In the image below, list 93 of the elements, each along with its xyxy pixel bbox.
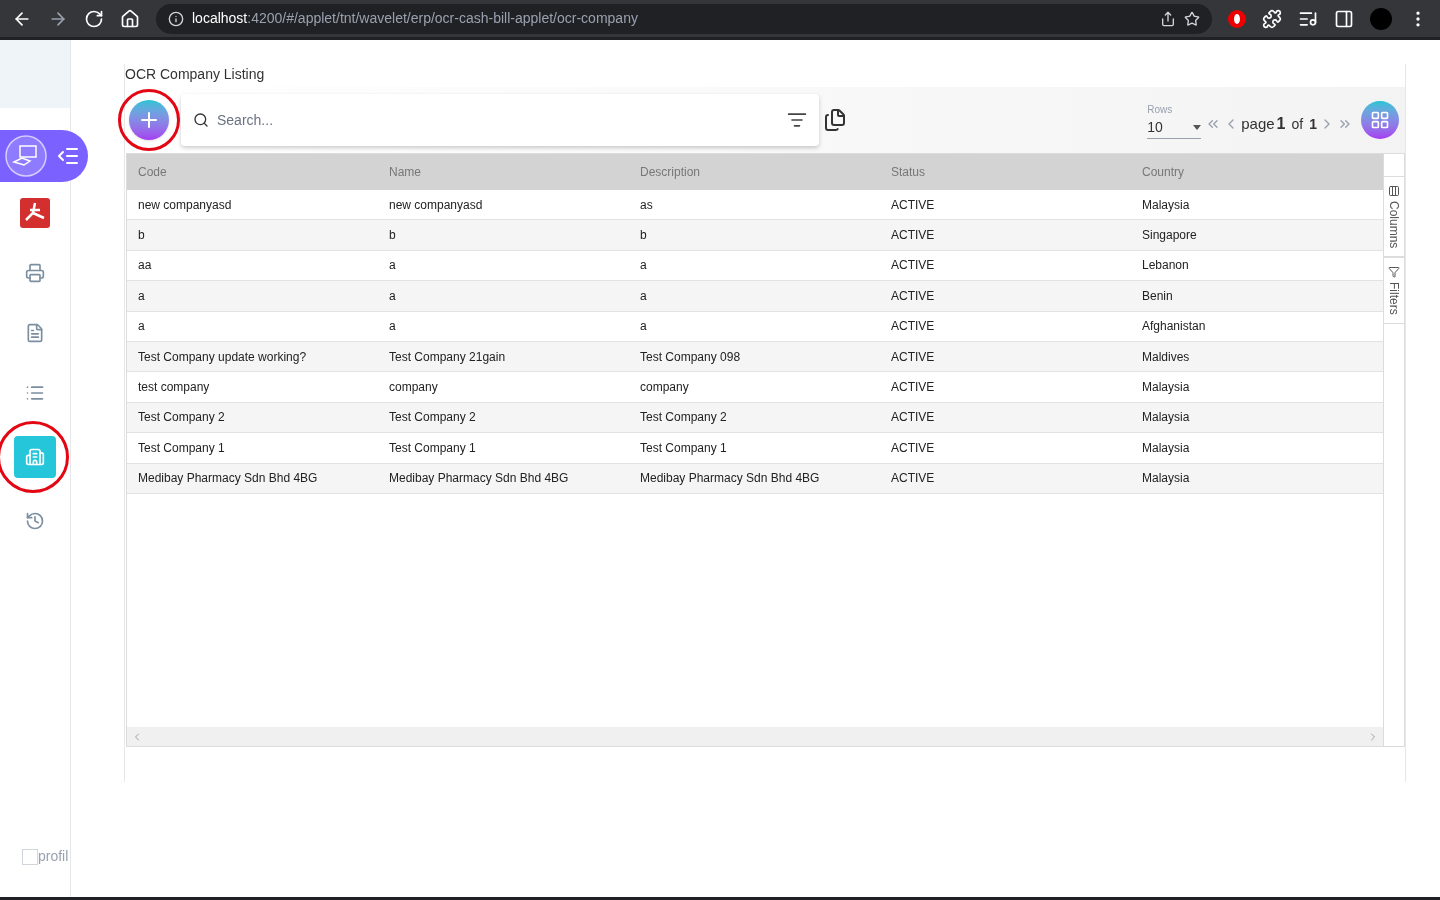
column-header[interactable]: Country xyxy=(1131,154,1383,190)
table-cell-text: Test Company 2 xyxy=(388,409,477,427)
table-cell-text: b xyxy=(388,227,397,245)
side-panel-icon[interactable] xyxy=(1334,8,1354,29)
grid-icon xyxy=(1370,110,1390,130)
table-cell-text: Medibay Pharmacy Sdn Bhd 4BG xyxy=(137,470,319,488)
home-icon[interactable] xyxy=(120,8,140,29)
share-icon[interactable] xyxy=(1160,10,1176,27)
rows-select[interactable]: 10 xyxy=(1147,116,1202,139)
table-cell-text: Afghanistan xyxy=(1141,318,1207,336)
column-header[interactable]: Name xyxy=(378,154,629,190)
column-header[interactable]: Code xyxy=(127,154,378,190)
table-cell-text: a xyxy=(137,287,146,305)
table-cell-text: new companyasd xyxy=(137,196,233,214)
search-field[interactable]: Search... xyxy=(217,109,779,131)
side-panel-tab[interactable]: Filters xyxy=(1384,257,1404,325)
table-cell-text: ACTIVE xyxy=(890,470,936,488)
page-word: page xyxy=(1241,113,1275,134)
side-panel-tab[interactable]: Columns xyxy=(1384,176,1404,258)
profile-image-alt: profil xyxy=(38,847,69,866)
table-cell-text: Test Company 21gain xyxy=(388,348,507,366)
history-icon xyxy=(25,511,45,531)
extension-icon[interactable] xyxy=(1228,9,1246,28)
table-cell-text: Test Company 2 xyxy=(137,409,226,427)
building-icon xyxy=(25,447,45,467)
page-title: OCR Company Listing xyxy=(125,65,265,84)
table-cell-text: ACTIVE xyxy=(890,227,936,245)
table-cell-text: Malaysia xyxy=(1141,196,1191,214)
table-cell-text: Test Company 098 xyxy=(639,348,742,366)
table-cell-text: a xyxy=(639,257,648,275)
table-cell-text: Test Company 1 xyxy=(137,439,226,457)
url-text: localhost:4200/#/applet/tnt/wavelet/erp/ocr-cash-bill-applet/ocr-company xyxy=(192,9,638,28)
table-cell-text: company xyxy=(639,379,690,397)
table-cell-text: Test Company update working? xyxy=(137,348,308,366)
app-switcher[interactable] xyxy=(0,130,88,182)
table-cell-text: ACTIVE xyxy=(890,409,936,427)
table-cell-text: ACTIVE xyxy=(890,287,936,305)
columns-icon xyxy=(1388,185,1400,197)
table-cell-text: a xyxy=(639,318,648,336)
table-cell-text: new companyasd xyxy=(388,196,484,214)
table-cell-text: a xyxy=(388,287,397,305)
table-cell-text: Medibay Pharmacy Sdn Bhd 4BG xyxy=(388,470,570,488)
grid-view-button[interactable] xyxy=(1361,101,1399,139)
table-cell-text: Test Company 2 xyxy=(639,409,728,427)
table-cell-text: aa xyxy=(137,257,153,275)
address-bar[interactable]: localhost:4200/#/applet/tnt/wavelet/erp/ocr-cash-bill-applet/ocr-company xyxy=(156,3,1212,34)
table-cell-text: Test Company 1 xyxy=(639,439,728,457)
table-cell-text: company xyxy=(388,379,439,397)
column-header[interactable]: Status xyxy=(880,154,1131,190)
rows-label: Rows xyxy=(1147,102,1174,117)
table-cell-text: ACTIVE xyxy=(890,257,936,275)
column-header[interactable]: Description xyxy=(629,154,880,190)
table-cell-text: ACTIVE xyxy=(890,348,936,366)
bookmark-icon[interactable] xyxy=(1184,10,1200,27)
table-cell-text: Maldives xyxy=(1141,348,1191,366)
filter-icon[interactable] xyxy=(787,110,807,130)
total-pages: 1 xyxy=(1309,114,1317,134)
table-cell-text: b xyxy=(137,227,146,245)
filter-icon xyxy=(1388,266,1400,279)
add-button[interactable] xyxy=(129,100,169,140)
table-cell-text: a xyxy=(388,257,397,275)
current-page: 1 xyxy=(1276,114,1286,134)
table-cell-text: ACTIVE xyxy=(890,318,936,336)
table-cell-text: Medibay Pharmacy Sdn Bhd 4BG xyxy=(639,470,821,488)
table-cell-text: test company xyxy=(137,379,211,397)
table-cell-text: b xyxy=(639,227,648,245)
table-cell-text: Malaysia xyxy=(1141,379,1191,397)
of-word: of xyxy=(1291,114,1304,134)
table-cell-text: Singapore xyxy=(1141,227,1198,245)
broken-image-icon xyxy=(22,848,38,865)
search-icon xyxy=(193,112,209,128)
table-cell-text: as xyxy=(639,196,654,214)
sidebar-header xyxy=(0,40,70,108)
table-cell-text: Lebanon xyxy=(1141,257,1190,275)
extensions-icon[interactable] xyxy=(1262,8,1282,29)
copy-icon[interactable] xyxy=(823,108,847,132)
list-icon xyxy=(25,383,45,403)
search-bar[interactable]: Search... xyxy=(181,94,819,146)
table-cell-text: a xyxy=(388,318,397,336)
info-icon[interactable] xyxy=(168,10,184,27)
document-icon xyxy=(25,323,45,343)
reload-icon[interactable] xyxy=(84,8,104,29)
pdf-icon xyxy=(20,198,50,228)
table-cell-text: Test Company 1 xyxy=(388,439,477,457)
table-cell-text: Benin xyxy=(1141,287,1174,305)
table-cell-text: ACTIVE xyxy=(890,379,936,397)
table-cell-text: Malaysia xyxy=(1141,409,1191,427)
table-cell-text: Malaysia xyxy=(1141,470,1191,488)
table-cell-text: ACTIVE xyxy=(890,439,936,457)
table-cell-text: a xyxy=(639,287,648,305)
table-cell-text: Malaysia xyxy=(1141,439,1191,457)
table-cell-text: ACTIVE xyxy=(890,196,936,214)
table-cell-text: a xyxy=(137,318,146,336)
